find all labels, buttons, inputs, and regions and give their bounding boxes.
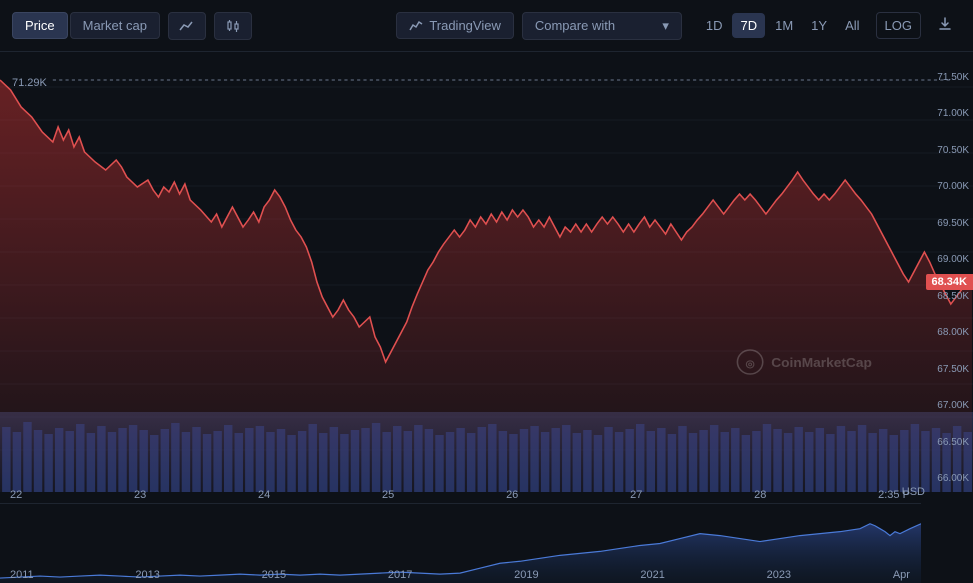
y-label: 70.50K (925, 145, 969, 156)
x-label: 23 (134, 489, 146, 501)
toolbar: Price Market cap TradingView Compare wit… (0, 0, 973, 52)
line-chart-button[interactable] (168, 12, 206, 40)
tf-1m[interactable]: 1M (767, 13, 801, 38)
mini-x-label: 2023 (767, 569, 791, 581)
y-label: 66.00K (925, 473, 969, 484)
y-label: 68.50K (925, 291, 969, 302)
y-label: 67.50K (925, 364, 969, 375)
x-label: 22 (10, 489, 22, 501)
candle-chart-button[interactable] (214, 12, 252, 40)
tf-1y[interactable]: 1Y (803, 13, 835, 38)
mini-x-label: 2011 (10, 569, 34, 581)
y-label: 66.50K (925, 437, 969, 448)
mini-x-axis: 2011 2013 2015 2017 2019 2021 2023 Apr (0, 569, 920, 581)
mini-x-label: 2013 (135, 569, 159, 581)
x-label: 24 (258, 489, 270, 501)
compare-dropdown[interactable]: Compare with ▾ (522, 12, 682, 40)
price-marketcap-group: Price Market cap (12, 12, 160, 39)
svg-text:◎: ◎ (745, 359, 754, 370)
tradingview-button[interactable]: TradingView (396, 12, 514, 39)
tradingview-label: TradingView (429, 18, 501, 33)
compare-label: Compare with (535, 18, 615, 33)
chart-container: ◎ CoinMarketCap 71.50K 71.00K 70.50K 70.… (0, 52, 973, 583)
chevron-down-icon: ▾ (662, 18, 669, 34)
y-label: 71.00K (925, 108, 969, 119)
mini-x-label: Apr (893, 569, 910, 581)
log-button[interactable]: LOG (876, 12, 921, 39)
timeframe-group: 1D 7D 1M 1Y All (698, 13, 868, 38)
main-chart[interactable]: ◎ CoinMarketCap (0, 52, 973, 492)
x-label: 27 (630, 489, 642, 501)
y-label: 70.00K (925, 181, 969, 192)
max-price-label: 71.29K (12, 77, 47, 89)
y-label: 67.00K (925, 400, 969, 411)
price-button[interactable]: Price (12, 12, 68, 39)
mini-x-label: 2021 (640, 569, 664, 581)
y-label: 71.50K (925, 72, 969, 83)
mini-x-label: 2017 (388, 569, 412, 581)
y-label: 69.00K (925, 254, 969, 265)
mini-x-label: 2019 (514, 569, 538, 581)
current-price-badge: 68.34K (926, 274, 973, 290)
currency-label: USD (902, 486, 925, 498)
x-label: 26 (506, 489, 518, 501)
x-label: 25 (382, 489, 394, 501)
tf-all[interactable]: All (837, 13, 867, 38)
x-label: 28 (754, 489, 766, 501)
tf-7d[interactable]: 7D (732, 13, 765, 38)
svg-text:CoinMarketCap: CoinMarketCap (771, 355, 872, 370)
mini-x-label: 2015 (262, 569, 286, 581)
y-label: 68.00K (925, 327, 969, 338)
x-axis: 22 23 24 25 26 27 28 2:35 P (0, 489, 920, 501)
download-button[interactable] (929, 11, 961, 40)
y-label: 69.50K (925, 218, 969, 229)
market-cap-button[interactable]: Market cap (70, 12, 160, 39)
tf-1d[interactable]: 1D (698, 13, 731, 38)
y-axis: 71.50K 71.00K 70.50K 70.00K 69.50K 69.00… (921, 52, 973, 492)
